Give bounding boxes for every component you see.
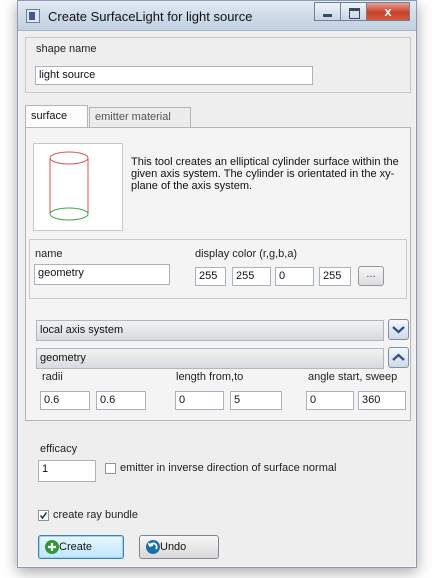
geometry-section-header[interactable]: geometry (36, 348, 384, 369)
cylinder-preview-icon (33, 143, 123, 231)
undo-button-label: Undo (160, 541, 187, 553)
display-color-label: display color (r,g,b,a) (195, 248, 298, 260)
minimize-button[interactable] (314, 2, 340, 21)
surface-tab-panel: This tool creates an elliptical cylinder… (25, 127, 411, 421)
tab-emitter-material[interactable]: emitter material (89, 107, 191, 127)
checkmark-icon (39, 512, 48, 520)
maximize-button[interactable] (340, 2, 366, 21)
create-ray-bundle-checkbox[interactable] (38, 510, 49, 521)
dialog-window: Create SurfaceLight for light source x s… (17, 0, 417, 568)
shape-name-label: shape name (36, 43, 97, 55)
length-to-input[interactable]: 5 (230, 391, 282, 410)
efficacy-label: efficacy (40, 443, 78, 455)
surface-name-label: name (35, 248, 63, 260)
chevron-down-icon[interactable] (388, 319, 409, 340)
color-r-input[interactable]: 255 (195, 267, 226, 286)
color-picker-button[interactable]: ... (358, 266, 384, 286)
radii-label: radii (42, 371, 63, 383)
close-button[interactable]: x (366, 2, 410, 21)
chevron-up-icon[interactable] (388, 347, 409, 368)
create-ray-bundle-label: create ray bundle (53, 509, 138, 521)
efficacy-input[interactable]: 1 (38, 460, 96, 482)
create-button-label: Create (59, 541, 93, 553)
shape-name-group: shape name light source (25, 37, 411, 93)
angle-start-input[interactable]: 0 (306, 391, 354, 410)
tab-surface[interactable]: surface (25, 105, 88, 128)
surface-name-input[interactable]: geometry (34, 264, 170, 285)
window-icon (26, 9, 40, 23)
radius-x-input[interactable]: 0.6 (40, 391, 90, 410)
tool-description: This tool creates an elliptical cylinder… (131, 156, 399, 192)
color-g-input[interactable]: 255 (232, 267, 271, 286)
undo-button[interactable]: Undo (139, 535, 219, 559)
angle-label: angle start, sweep (308, 371, 398, 383)
shape-name-input[interactable]: light source (35, 66, 313, 85)
emitter-inverse-label: emitter in inverse direction of surface … (120, 462, 337, 474)
color-a-input[interactable]: 255 (319, 267, 351, 286)
window-title: Create SurfaceLight for light source (48, 9, 253, 24)
title-bar[interactable]: Create SurfaceLight for light source x (18, 1, 416, 31)
radius-y-input[interactable]: 0.6 (96, 391, 146, 410)
length-from-input[interactable]: 0 (175, 391, 224, 410)
angle-sweep-input[interactable]: 360 (358, 391, 406, 410)
undo-icon (146, 540, 160, 554)
create-button[interactable]: Create (38, 535, 124, 559)
emitter-inverse-checkbox[interactable] (105, 463, 116, 474)
local-axis-system-header[interactable]: local axis system (36, 320, 384, 341)
caption-buttons: x (314, 2, 410, 21)
length-label: length from,to (176, 371, 244, 383)
plus-icon (45, 540, 59, 554)
name-color-group: name geometry display color (r,g,b,a) 25… (29, 239, 407, 299)
color-b-input[interactable]: 0 (275, 267, 314, 286)
